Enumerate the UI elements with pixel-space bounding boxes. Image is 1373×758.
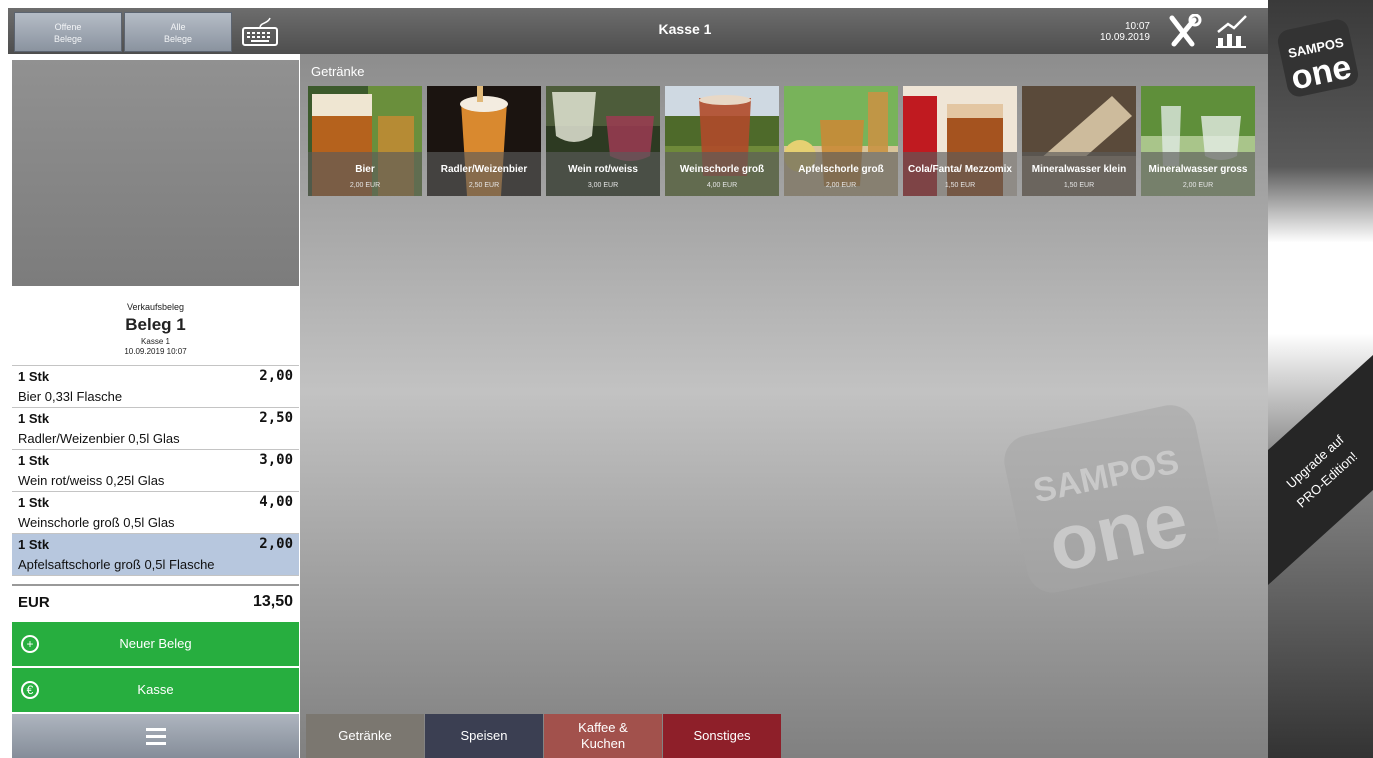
product-label: Mineralwasser klein 1,50 EUR xyxy=(1022,152,1136,196)
item-price: 2,00 xyxy=(259,368,293,384)
product-price: 3,00 EUR xyxy=(587,182,619,189)
top-bar: Offene Belege Alle Belege Kasse 1 10:07 … xyxy=(8,8,1268,54)
item-name: Apfelsaftschorle groß 0,5l Flasche xyxy=(18,557,215,572)
item-quantity: 1 Stk xyxy=(18,537,50,552)
item-price: 3,00 xyxy=(259,452,293,468)
product-name: Bier xyxy=(355,164,375,175)
product-price: 2,00 EUR xyxy=(825,182,857,189)
product-price: 1,50 EUR xyxy=(944,182,976,189)
receipt-line-item[interactable]: 1 Stk 3,00 Wein rot/weiss 0,25l Glas xyxy=(12,450,299,492)
product-tile-apfelschorle[interactable]: Apfelschorle groß 2,00 EUR xyxy=(784,86,898,196)
open-receipts-label: Offene xyxy=(54,22,82,32)
product-name: Mineralwasser gross xyxy=(1148,164,1248,175)
product-price: 2,00 EUR xyxy=(1182,182,1214,189)
product-tile-wein[interactable]: Wein rot/weiss 3,00 EUR xyxy=(546,86,660,196)
branding-panel: SAMPOS one Upgrade auf PRO-Edition! xyxy=(1268,0,1373,758)
item-name: Weinschorle groß 0,5l Glas xyxy=(18,515,175,530)
tab-getraenke[interactable]: Getränke xyxy=(306,714,424,758)
product-tile-mineralwasser-gross[interactable]: Mineralwasser gross 2,00 EUR xyxy=(1141,86,1255,196)
plus-circle-icon: + xyxy=(21,635,39,653)
receipt-line-item[interactable]: 1 Stk 2,00 Bier 0,33l Flasche xyxy=(12,366,299,408)
receipt-area-background xyxy=(12,60,299,286)
product-area: Getränke Bier 2,00 EUR Radler/Weizenbier… xyxy=(300,54,1268,758)
product-name: Cola/Fanta/ Mezzomix xyxy=(908,164,1012,175)
product-label: Wein rot/weiss 3,00 EUR xyxy=(546,152,660,196)
clock-date: 10.09.2019 xyxy=(1099,32,1150,43)
euro-circle-icon: € xyxy=(21,681,39,699)
product-label: Bier 2,00 EUR xyxy=(308,152,422,196)
product-tile-radler[interactable]: Radler/Weizenbier 2,50 EUR xyxy=(427,86,541,196)
receipt-header: Verkaufsbeleg Beleg 1 Kasse 1 10.09.2019… xyxy=(12,288,299,366)
pos-screen: Offene Belege Alle Belege Kasse 1 10:07 … xyxy=(0,0,1373,758)
product-label: Mineralwasser gross 2,00 EUR xyxy=(1141,152,1255,196)
receipt-datetime: 10.09.2019 10:07 xyxy=(124,347,187,356)
item-price: 2,00 xyxy=(259,536,293,552)
receipt-title: Beleg 1 xyxy=(125,315,186,334)
all-receipts-button[interactable]: Alle Belege xyxy=(124,12,232,52)
receipt-register: Kasse 1 xyxy=(141,337,170,346)
keyboard-icon[interactable] xyxy=(240,16,280,48)
item-quantity: 1 Stk xyxy=(18,411,50,426)
item-price: 4,00 xyxy=(259,494,293,510)
all-receipts-label: Alle xyxy=(170,22,186,32)
item-name: Wein rot/weiss 0,25l Glas xyxy=(18,473,165,488)
new-receipt-label: Neuer Beleg xyxy=(119,636,192,651)
product-price: 2,50 EUR xyxy=(468,182,500,189)
tab-kaffee-kuchen-label: Kaffee & Kuchen xyxy=(578,720,628,751)
clock: 10:07 10.09.2019 xyxy=(1082,21,1150,43)
product-label: Cola/Fanta/ Mezzomix 1,50 EUR xyxy=(903,152,1017,196)
tab-speisen[interactable]: Speisen xyxy=(425,714,543,758)
statistics-icon[interactable] xyxy=(1212,14,1252,50)
product-name: Wein rot/weiss xyxy=(568,164,638,175)
register-title: Kasse 1 xyxy=(658,21,712,37)
hamburger-icon xyxy=(146,728,166,749)
total-currency: EUR xyxy=(18,594,50,611)
item-price: 2,50 xyxy=(259,410,293,426)
product-tile-weinschorle[interactable]: Weinschorle groß 4,00 EUR xyxy=(665,86,779,196)
tab-kaffee-kuchen[interactable]: Kaffee & Kuchen xyxy=(544,714,662,758)
product-label: Apfelschorle groß 2,00 EUR xyxy=(784,152,898,196)
sampos-one-logo: SAMPOS one xyxy=(1277,19,1359,98)
category-title: Getränke xyxy=(311,64,365,79)
tools-icon[interactable] xyxy=(1164,14,1204,50)
item-quantity: 1 Stk xyxy=(18,495,50,510)
product-price: 1,50 EUR xyxy=(1063,182,1095,189)
receipt-divider xyxy=(12,576,299,586)
product-name: Mineralwasser klein xyxy=(1031,164,1127,175)
product-tile-bier[interactable]: Bier 2,00 EUR xyxy=(308,86,422,196)
checkout-label: Kasse xyxy=(137,682,174,697)
menu-button[interactable] xyxy=(12,714,299,758)
receipt-type: Verkaufsbeleg xyxy=(126,302,185,312)
product-price: 4,00 EUR xyxy=(706,182,738,189)
receipt-line-item[interactable]: 1 Stk 4,00 Weinschorle groß 0,5l Glas xyxy=(12,492,299,534)
new-receipt-button[interactable]: + Neuer Beleg xyxy=(12,622,299,666)
item-quantity: 1 Stk xyxy=(18,369,50,384)
open-receipts-label: Belege xyxy=(53,34,83,44)
item-quantity: 1 Stk xyxy=(18,453,50,468)
product-name: Apfelschorle groß xyxy=(798,164,884,175)
product-label: Radler/Weizenbier 2,50 EUR xyxy=(427,152,541,196)
receipt-panel: Verkaufsbeleg Beleg 1 Kasse 1 10.09.2019… xyxy=(12,288,299,616)
sampos-watermark-logo: SAMPOS one xyxy=(1004,405,1219,593)
total-amount: 13,50 xyxy=(252,593,293,610)
product-name: Weinschorle groß xyxy=(679,164,765,175)
product-tile-mineralwasser-klein[interactable]: Mineralwasser klein 1,50 EUR xyxy=(1022,86,1136,196)
receipt-total: EUR 13,50 xyxy=(12,586,299,616)
receipt-line-item-selected[interactable]: 1 Stk 2,00 Apfelsaftschorle groß 0,5l Fl… xyxy=(12,534,299,576)
receipt-line-item[interactable]: 1 Stk 2,50 Radler/Weizenbier 0,5l Glas xyxy=(12,408,299,450)
product-tile-cola[interactable]: Cola/Fanta/ Mezzomix 1,50 EUR xyxy=(903,86,1017,196)
checkout-button[interactable]: € Kasse xyxy=(12,668,299,712)
tab-sonstiges[interactable]: Sonstiges xyxy=(663,714,781,758)
item-name: Radler/Weizenbier 0,5l Glas xyxy=(18,431,180,446)
product-price: 2,00 EUR xyxy=(349,182,381,189)
upgrade-banner[interactable]: Upgrade auf PRO-Edition! xyxy=(1268,355,1373,585)
clock-time: 10:07 xyxy=(1124,21,1150,32)
all-receipts-label: Belege xyxy=(163,34,193,44)
product-name: Radler/Weizenbier xyxy=(440,164,528,175)
product-label: Weinschorle groß 4,00 EUR xyxy=(665,152,779,196)
item-name: Bier 0,33l Flasche xyxy=(18,389,123,404)
open-receipts-button[interactable]: Offene Belege xyxy=(14,12,122,52)
